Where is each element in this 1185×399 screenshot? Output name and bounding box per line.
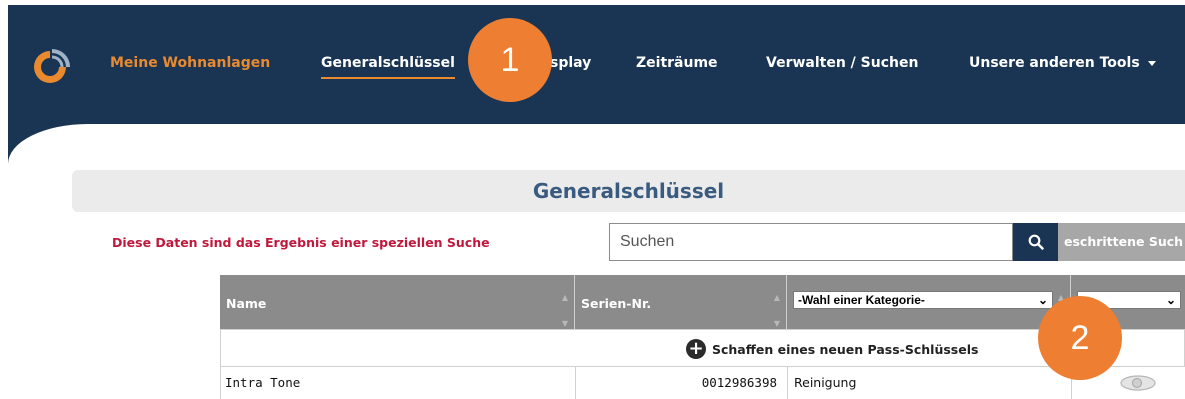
- eye-icon[interactable]: [1119, 375, 1157, 391]
- nav-display[interactable]: splay: [550, 55, 591, 71]
- cell-category: Reinigung: [788, 367, 1072, 399]
- chevron-down-icon: ⌄: [1037, 293, 1048, 307]
- search-icon: [1028, 234, 1044, 250]
- plus-circle-icon: +: [686, 339, 706, 359]
- category-select[interactable]: -Wahl einer Kategorie- ⌄: [793, 291, 1053, 309]
- nav-master-keys[interactable]: Generalschlüssel: [321, 55, 455, 79]
- logo-icon[interactable]: [28, 45, 72, 89]
- nav-manage-search[interactable]: Verwalten / Suchen: [766, 55, 918, 71]
- column-header-name-label: Name: [226, 296, 267, 311]
- nav-my-residences[interactable]: Meine Wohnanlagen: [110, 55, 270, 71]
- page-title: Generalschlüssel: [532, 179, 725, 203]
- nav-other-tools[interactable]: Unsere anderen Tools: [969, 55, 1156, 71]
- search-result-notice: Diese Daten sind das Ergebnis einer spez…: [112, 235, 490, 250]
- callout-2: 2: [1038, 296, 1122, 380]
- category-select-value: -Wahl einer Kategorie-: [798, 293, 925, 307]
- title-bar: Generalschlüssel: [72, 170, 1185, 212]
- search-input[interactable]: [609, 223, 1013, 261]
- callout-1: 1: [468, 18, 552, 102]
- column-header-name[interactable]: Name ▲ ▼: [220, 275, 575, 329]
- column-header-category: -Wahl einer Kategorie- ⌄ ▲▼: [787, 275, 1071, 329]
- caret-down-icon: [1147, 60, 1156, 66]
- create-pass-key-button[interactable]: + Schaffen eines neuen Pass-Schlüssels: [686, 339, 978, 359]
- column-header-serial-label: Serien-Nr.: [581, 296, 652, 311]
- chevron-down-icon: ⌄: [1165, 293, 1176, 307]
- create-pass-key-label: Schaffen eines neuen Pass-Schlüssels: [712, 341, 979, 357]
- table-row[interactable]: Intra Tone 0012986398 Reinigung: [220, 367, 1185, 399]
- app-frame: Meine Wohnanlagen Generalschlüssel splay…: [0, 0, 1185, 399]
- nav-time-periods[interactable]: Zeiträume: [636, 55, 718, 71]
- cell-name: Intra Tone: [221, 367, 576, 399]
- advanced-search-button[interactable]: eschrittene Such: [1058, 223, 1185, 261]
- nav-other-tools-label: Unsere anderen Tools: [969, 55, 1140, 71]
- cell-serial: 0012986398: [576, 367, 788, 399]
- column-header-serial[interactable]: Serien-Nr. ▲ ▼: [575, 275, 787, 329]
- search-button[interactable]: [1013, 223, 1058, 261]
